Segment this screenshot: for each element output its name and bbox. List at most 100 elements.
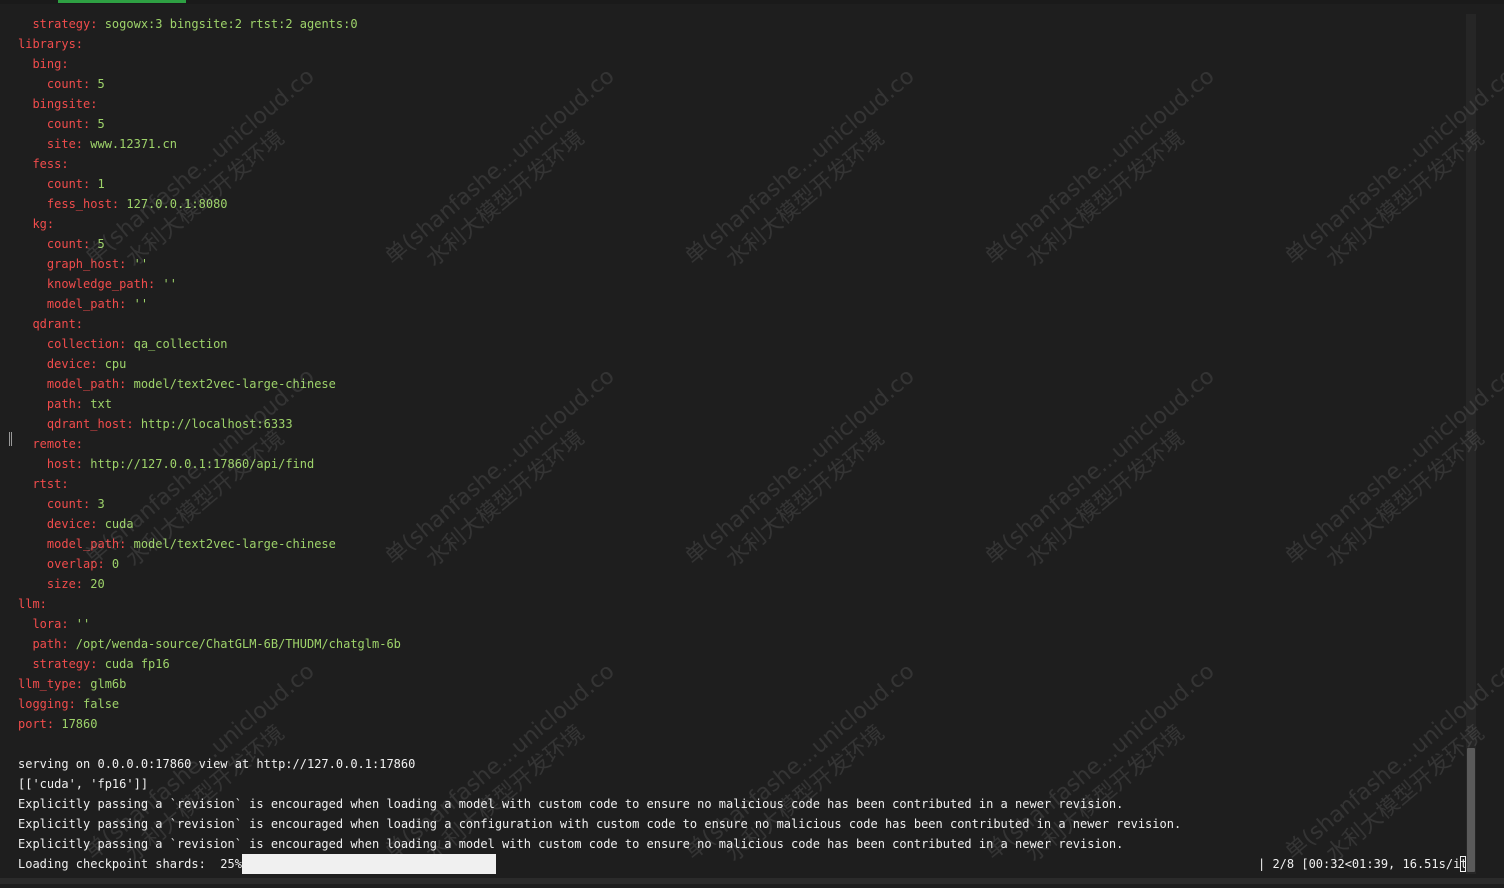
- config-key: kg:: [18, 217, 55, 231]
- config-value: '': [133, 257, 149, 271]
- config-line: port: 17860: [18, 714, 97, 734]
- config-line: path: /opt/wenda-source/ChatGLM-6B/THUDM…: [18, 634, 401, 654]
- config-line: model_path: model/text2vec-large-chinese: [18, 374, 336, 394]
- config-line: overlap: 0: [18, 554, 119, 574]
- config-key: count:: [18, 497, 98, 511]
- config-line: count: 1: [18, 174, 105, 194]
- config-key: knowledge_path:: [18, 277, 163, 291]
- config-value: cuda fp16: [104, 657, 170, 671]
- scrollbar-track[interactable]: [1466, 14, 1476, 874]
- config-line: collection: qa_collection: [18, 334, 228, 354]
- config-line: logging: false: [18, 694, 119, 714]
- config-key: remote:: [18, 437, 84, 451]
- progress-status: | 2/8 [00:32<01:39, 16.51s/it]: [1258, 857, 1475, 871]
- config-value: model/text2vec-large-chinese: [133, 537, 336, 551]
- config-value: txt: [90, 397, 112, 411]
- config-key: host:: [18, 457, 91, 471]
- progress-bar-fill: [242, 854, 306, 874]
- config-value: cuda: [104, 517, 134, 531]
- config-key: device:: [18, 357, 105, 371]
- config-key: llm_type:: [18, 677, 91, 691]
- config-line: graph_host: '': [18, 254, 148, 274]
- config-value: cpu: [104, 357, 127, 371]
- config-value: /opt/wenda-source/ChatGLM-6B/THUDM/chatg…: [75, 637, 401, 651]
- config-value: 1: [97, 177, 105, 191]
- output-line: serving on 0.0.0.0:17860 view at http://…: [18, 757, 416, 771]
- config-value: http://localhost:6333: [140, 417, 293, 431]
- config-key: count:: [18, 237, 98, 251]
- config-value: '': [162, 277, 177, 291]
- config-line: count: 5: [18, 74, 105, 94]
- config-line: llm_type: glm6b: [18, 674, 126, 694]
- config-key: count:: [18, 177, 98, 191]
- config-key: port:: [18, 717, 62, 731]
- config-value: sogowx:3 bingsite:2 rtst:2 agents:0: [104, 17, 358, 31]
- config-line: knowledge_path: '': [18, 274, 177, 294]
- config-line: bingsite:: [18, 94, 97, 114]
- config-key: fess:: [18, 157, 69, 171]
- config-key: size:: [18, 577, 91, 591]
- config-value: qa_collection: [133, 337, 228, 351]
- config-value: model/text2vec-large-chinese: [133, 377, 336, 391]
- config-key: bingsite:: [18, 97, 98, 111]
- progress-bar: [242, 854, 496, 874]
- config-key: lora:: [18, 617, 76, 631]
- config-key: model_path:: [18, 537, 134, 551]
- config-key: count:: [18, 117, 98, 131]
- config-value: false: [83, 697, 120, 711]
- config-line: count: 3: [18, 494, 105, 514]
- output-line: Explicitly passing a `revision` is encou…: [18, 837, 1124, 851]
- config-key: model_path:: [18, 377, 134, 391]
- config-key: bing:: [18, 57, 69, 71]
- config-key: qdrant:: [18, 317, 84, 331]
- config-line: size: 20: [18, 574, 105, 594]
- config-line: model_path: '': [18, 294, 148, 314]
- config-line: device: cuda: [18, 514, 134, 534]
- config-key: strategy:: [18, 657, 105, 671]
- terminal-output[interactable]: strategy: sogowx:3 bingsite:2 rtst:2 age…: [0, 14, 1466, 874]
- config-key: count:: [18, 77, 98, 91]
- split-drag-handle[interactable]: [9, 432, 12, 446]
- config-value: 0: [111, 557, 120, 571]
- config-key: fess_host:: [18, 197, 127, 211]
- config-key: collection:: [18, 337, 134, 351]
- config-key: librarys:: [18, 37, 84, 51]
- config-key: logging:: [18, 697, 84, 711]
- config-value: 5: [97, 237, 105, 251]
- config-line: site: www.12371.cn: [18, 134, 177, 154]
- scrollbar-thumb[interactable]: [1467, 748, 1475, 872]
- config-key: rtst:: [18, 477, 69, 491]
- config-value: 20: [90, 577, 105, 591]
- config-line: qdrant:: [18, 314, 83, 334]
- config-value: 3: [97, 497, 105, 511]
- config-line: llm:: [18, 594, 47, 614]
- config-line: strategy: sogowx:3 bingsite:2 rtst:2 age…: [18, 14, 358, 34]
- config-key: site:: [18, 137, 91, 151]
- config-value: 127.0.0.1:8080: [126, 197, 228, 211]
- progress-label: Loading checkpoint shards: 25%|: [18, 857, 250, 871]
- config-value: '': [75, 617, 91, 631]
- config-line: device: cpu: [18, 354, 127, 374]
- config-key: path:: [18, 397, 91, 411]
- active-tab-indicator: [58, 0, 186, 3]
- window-bottom-border: [0, 878, 1504, 884]
- config-line: remote:: [18, 434, 83, 454]
- config-value: 5: [97, 117, 105, 131]
- config-line: host: http://127.0.0.1:17860/api/find: [18, 454, 314, 474]
- config-key: strategy:: [18, 17, 105, 31]
- config-key: overlap:: [18, 557, 112, 571]
- config-value: www.12371.cn: [90, 137, 177, 151]
- config-line: qdrant_host: http://localhost:6333: [18, 414, 293, 434]
- config-key: qdrant_host:: [18, 417, 141, 431]
- config-line: count: 5: [18, 234, 105, 254]
- output-line: Explicitly passing a `revision` is encou…: [18, 797, 1124, 811]
- config-key: llm:: [18, 597, 47, 611]
- config-line: lora: '': [18, 614, 90, 634]
- config-value: '': [133, 297, 149, 311]
- config-line: kg:: [18, 214, 54, 234]
- config-line: count: 5: [18, 114, 105, 134]
- config-line: path: txt: [18, 394, 112, 414]
- config-line: librarys:: [18, 34, 83, 54]
- config-line: bing:: [18, 54, 69, 74]
- config-line: fess_host: 127.0.0.1:8080: [18, 194, 228, 214]
